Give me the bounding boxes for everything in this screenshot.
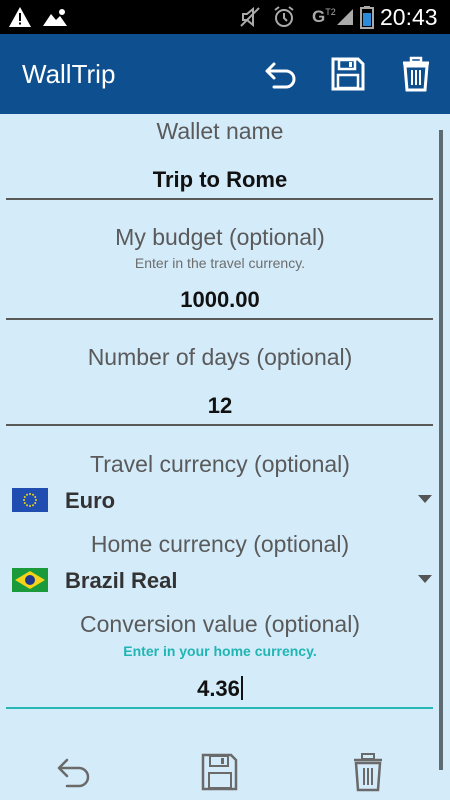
brazil-flag-icon <box>12 568 48 592</box>
eu-flag-icon <box>12 488 48 512</box>
wallet-name-input[interactable]: Trip to Rome <box>0 167 440 193</box>
conversion-label: Conversion value (optional) <box>80 611 360 637</box>
bottom-save-icon[interactable] <box>200 752 240 792</box>
budget-underline <box>6 318 433 320</box>
wallet-name-underline <box>6 198 433 200</box>
bottom-undo-icon[interactable] <box>55 752 95 792</box>
clock: 20:43 <box>380 3 438 30</box>
status-bar: G T2 20:43 <box>0 0 450 34</box>
home-currency-select[interactable]: Brazil Real <box>65 568 178 594</box>
mute-icon <box>238 0 262 34</box>
alarm-icon <box>272 0 296 34</box>
save-icon[interactable] <box>330 56 366 92</box>
travel-currency-label: Travel currency (optional) <box>90 451 350 477</box>
conversion-underline <box>6 707 433 709</box>
days-label: Number of days (optional) <box>87 344 353 370</box>
home-currency-label: Home currency (optional) <box>90 531 350 557</box>
bottom-trash-icon[interactable] <box>348 752 388 792</box>
image-icon <box>42 0 68 34</box>
travel-currency-dropdown-icon[interactable] <box>418 495 432 503</box>
budget-hint: Enter in the travel currency. <box>134 255 306 271</box>
text-cursor <box>240 676 243 700</box>
conversion-value: 4.36 <box>197 676 240 701</box>
conversion-hint: Enter in your home currency. <box>123 643 317 659</box>
undo-icon[interactable] <box>264 56 300 92</box>
budget-input[interactable]: 1000.00 <box>0 287 440 313</box>
warning-icon <box>8 0 32 34</box>
scrollbar[interactable] <box>439 130 443 770</box>
trash-icon[interactable] <box>398 56 434 92</box>
app-bar: WallTrip <box>0 34 450 114</box>
budget-label: My budget (optional) <box>115 224 325 250</box>
battery-icon <box>360 0 374 34</box>
conversion-input[interactable]: 4.36 <box>0 676 440 702</box>
travel-currency-select[interactable]: Euro <box>65 488 115 514</box>
network-type: G <box>312 7 326 26</box>
app-title: WallTrip <box>22 59 116 89</box>
network-subtype: T2 <box>325 7 336 17</box>
wallet-name-label: Wallet name <box>156 118 284 144</box>
days-underline <box>6 424 433 426</box>
signal-icon: G T2 <box>312 0 354 34</box>
days-input[interactable]: 12 <box>0 393 440 419</box>
home-currency-dropdown-icon[interactable] <box>418 575 432 583</box>
